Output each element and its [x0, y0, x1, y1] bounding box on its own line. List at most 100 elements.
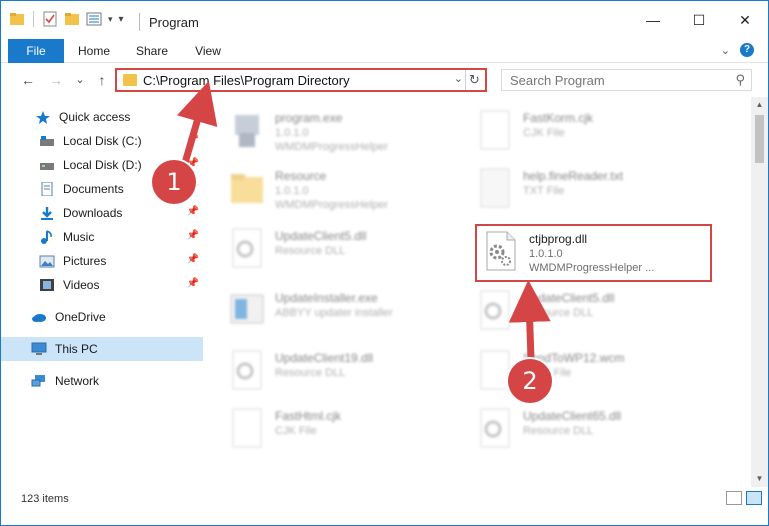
recent-locations-button[interactable]: ⌄: [71, 71, 89, 89]
search-box[interactable]: ⚲: [501, 69, 752, 91]
scroll-down-arrow[interactable]: ▼: [751, 471, 768, 487]
generic-file-icon: [477, 349, 513, 393]
sidebar-item-label: OneDrive: [55, 310, 106, 324]
help-icon[interactable]: ?: [740, 43, 754, 57]
sidebar-item-quick-access[interactable]: Quick access: [1, 105, 203, 129]
network-icon: [31, 374, 47, 388]
forward-button[interactable]: →: [47, 71, 65, 89]
computer-icon: [31, 342, 47, 356]
drive-icon: [39, 158, 55, 172]
file-name: UpdateClient65.dll: [523, 409, 622, 423]
file-type: CJK File: [275, 425, 317, 437]
vertical-scrollbar[interactable]: ▲ ▼: [751, 97, 768, 487]
view-toggle: [726, 491, 762, 505]
customize-toolbar-icon[interactable]: ▾: [119, 14, 124, 25]
minimize-button[interactable]: —: [630, 1, 676, 39]
file-type: 1.0.1.0: [275, 127, 309, 139]
installer-icon: [229, 289, 265, 333]
tab-home[interactable]: Home: [71, 39, 117, 63]
sidebar-item-this-pc[interactable]: This PC: [1, 337, 203, 361]
file-description: WMDMProgressHelper: [275, 141, 389, 153]
details-view-icon[interactable]: [726, 491, 742, 505]
highlighted-file-item[interactable]: ctjbprog.dll 1.0.1.0 WMDMProgressHelper …: [475, 224, 712, 282]
ribbon-tabs: File Home Share View ⌄ ?: [1, 39, 768, 63]
text-file-icon: [477, 167, 513, 211]
star-icon: [35, 110, 51, 124]
sidebar-item-onedrive[interactable]: OneDrive: [1, 305, 203, 329]
file-name: FastHtml.cjk: [275, 409, 341, 423]
documents-icon: [39, 181, 55, 197]
sidebar-item-pictures[interactable]: Pictures 📌: [1, 249, 203, 273]
drive-icon: [39, 134, 55, 148]
file-type: Resource DLL: [523, 425, 594, 437]
file-type: CJK File: [523, 127, 565, 139]
search-icon[interactable]: ⚲: [735, 72, 745, 88]
exe-file-icon: [229, 109, 265, 153]
sidebar-item-music[interactable]: Music 📌: [1, 225, 203, 249]
pin-icon[interactable]: 📌: [187, 230, 199, 241]
generic-file-icon: [477, 109, 513, 153]
pin-icon[interactable]: 📌: [187, 254, 199, 265]
pictures-icon: [39, 254, 55, 268]
folder-icon: [9, 11, 25, 27]
pin-icon[interactable]: 📌: [187, 206, 199, 217]
window-controls: — ☐ ✕: [630, 1, 768, 39]
file-item[interactable]: FastHtml.cjk CJK File: [229, 403, 469, 461]
file-type: 1.0.1.0: [275, 185, 309, 197]
search-input[interactable]: [502, 70, 712, 90]
up-button[interactable]: ↑: [93, 71, 111, 89]
pin-icon[interactable]: 📌: [187, 278, 199, 289]
maximize-button[interactable]: ☐: [676, 1, 722, 39]
sidebar-item-downloads[interactable]: Downloads 📌: [1, 201, 203, 225]
address-bar[interactable]: C:\Program Files\Program Directory ⌄ ↻: [115, 68, 487, 92]
file-list: program.exe 1.0.1.0 WMDMProgressHelper R…: [215, 101, 739, 487]
sidebar-item-network[interactable]: Network: [1, 369, 203, 393]
dll-file-icon: [483, 230, 519, 274]
title-divider: [139, 13, 140, 31]
file-item[interactable]: FastKorm.cjk CJK File: [477, 105, 717, 163]
file-item[interactable]: Resource 1.0.1.0 WMDMProgressHelper: [229, 163, 469, 221]
pin-icon[interactable]: 📌: [187, 134, 199, 145]
file-item[interactable]: UpdateInstaller.exe ABBYY updater instal…: [229, 285, 469, 343]
chevron-down-icon[interactable]: ⌄: [454, 72, 463, 85]
close-button[interactable]: ✕: [722, 1, 768, 39]
sidebar-item-label: This PC: [55, 342, 98, 356]
file-item[interactable]: UpdateClient5.dll Resource DLL: [477, 285, 717, 343]
folder-icon: [123, 74, 137, 86]
navigation-pane: Quick access Local Disk (C:) 📌 Local Dis…: [1, 101, 209, 487]
file-item[interactable]: help.fineReader.txt TXT File: [477, 163, 717, 221]
chevron-down-icon[interactable]: ▾: [108, 14, 113, 25]
properties-icon[interactable]: [42, 11, 58, 27]
download-icon: [39, 206, 55, 220]
file-name: UpdateClient5.dll: [275, 229, 367, 243]
file-item[interactable]: UpdateClient65.dll Resource DLL: [477, 403, 717, 461]
tab-share[interactable]: Share: [127, 39, 177, 63]
sidebar-item-label: Documents: [63, 182, 124, 196]
view-options-icon[interactable]: [86, 11, 102, 27]
sidebar-item-local-disk-c[interactable]: Local Disk (C:) 📌: [1, 129, 203, 153]
file-item[interactable]: UpdateClient19.dll Resource DLL: [229, 345, 469, 403]
file-name: ctjbprog.dll: [529, 232, 588, 246]
file-name: UpdateClient5.dll: [523, 291, 615, 305]
file-item[interactable]: program.exe 1.0.1.0 WMDMProgressHelper: [229, 105, 469, 163]
step-1-callout: 1: [152, 160, 196, 204]
back-button[interactable]: ←: [19, 71, 37, 89]
expand-ribbon-icon[interactable]: ⌄: [721, 44, 730, 57]
refresh-button[interactable]: ↻: [465, 70, 483, 90]
scroll-up-arrow[interactable]: ▲: [751, 97, 768, 113]
new-folder-icon[interactable]: [64, 11, 80, 27]
ribbon-controls: ⌄ ?: [721, 43, 754, 57]
scroll-thumb[interactable]: [755, 115, 764, 163]
sidebar-item-videos[interactable]: Videos 📌: [1, 273, 203, 297]
tab-view[interactable]: View: [185, 39, 231, 63]
music-icon: [39, 230, 55, 244]
tiles-view-icon[interactable]: [746, 491, 762, 505]
item-count: 123 items: [21, 493, 69, 505]
file-item[interactable]: UpdateClient5.dll Resource DLL: [229, 223, 469, 281]
tab-file[interactable]: File: [8, 39, 64, 63]
file-description: WMDMProgressHelper: [275, 199, 389, 211]
address-path[interactable]: C:\Program Files\Program Directory: [143, 73, 350, 88]
sidebar-item-label: Quick access: [59, 110, 131, 124]
file-type: ABBYY updater installer: [275, 307, 393, 319]
file-item[interactable]: ctjbprog.dll 1.0.1.0 WMDMProgressHelper …: [483, 226, 723, 284]
